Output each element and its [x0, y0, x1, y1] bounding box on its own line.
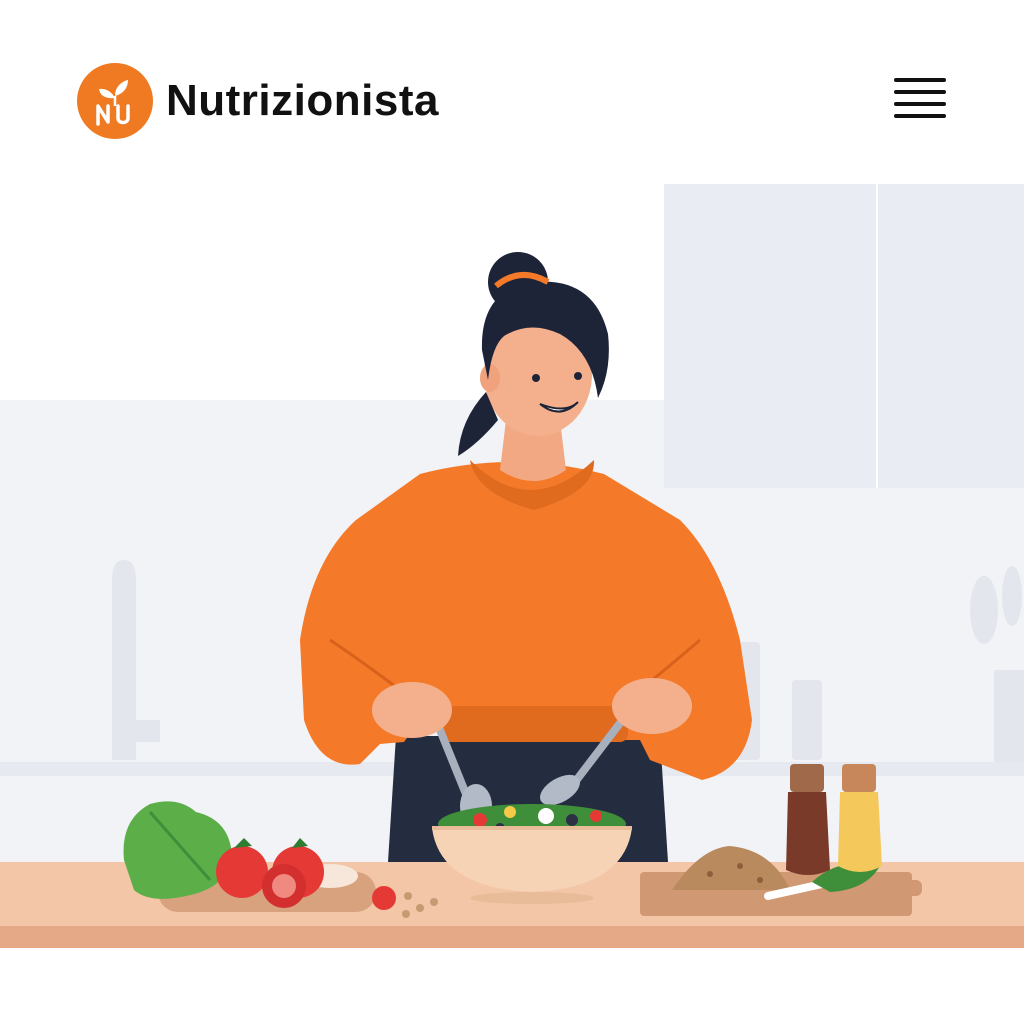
brand-logo-icon[interactable]	[76, 62, 154, 140]
brand-name[interactable]: Nutrizionista	[166, 76, 439, 126]
site-header: Nutrizionista	[0, 0, 1024, 180]
hamburger-menu-icon[interactable]	[892, 76, 948, 124]
hero-illustration	[0, 180, 1024, 950]
